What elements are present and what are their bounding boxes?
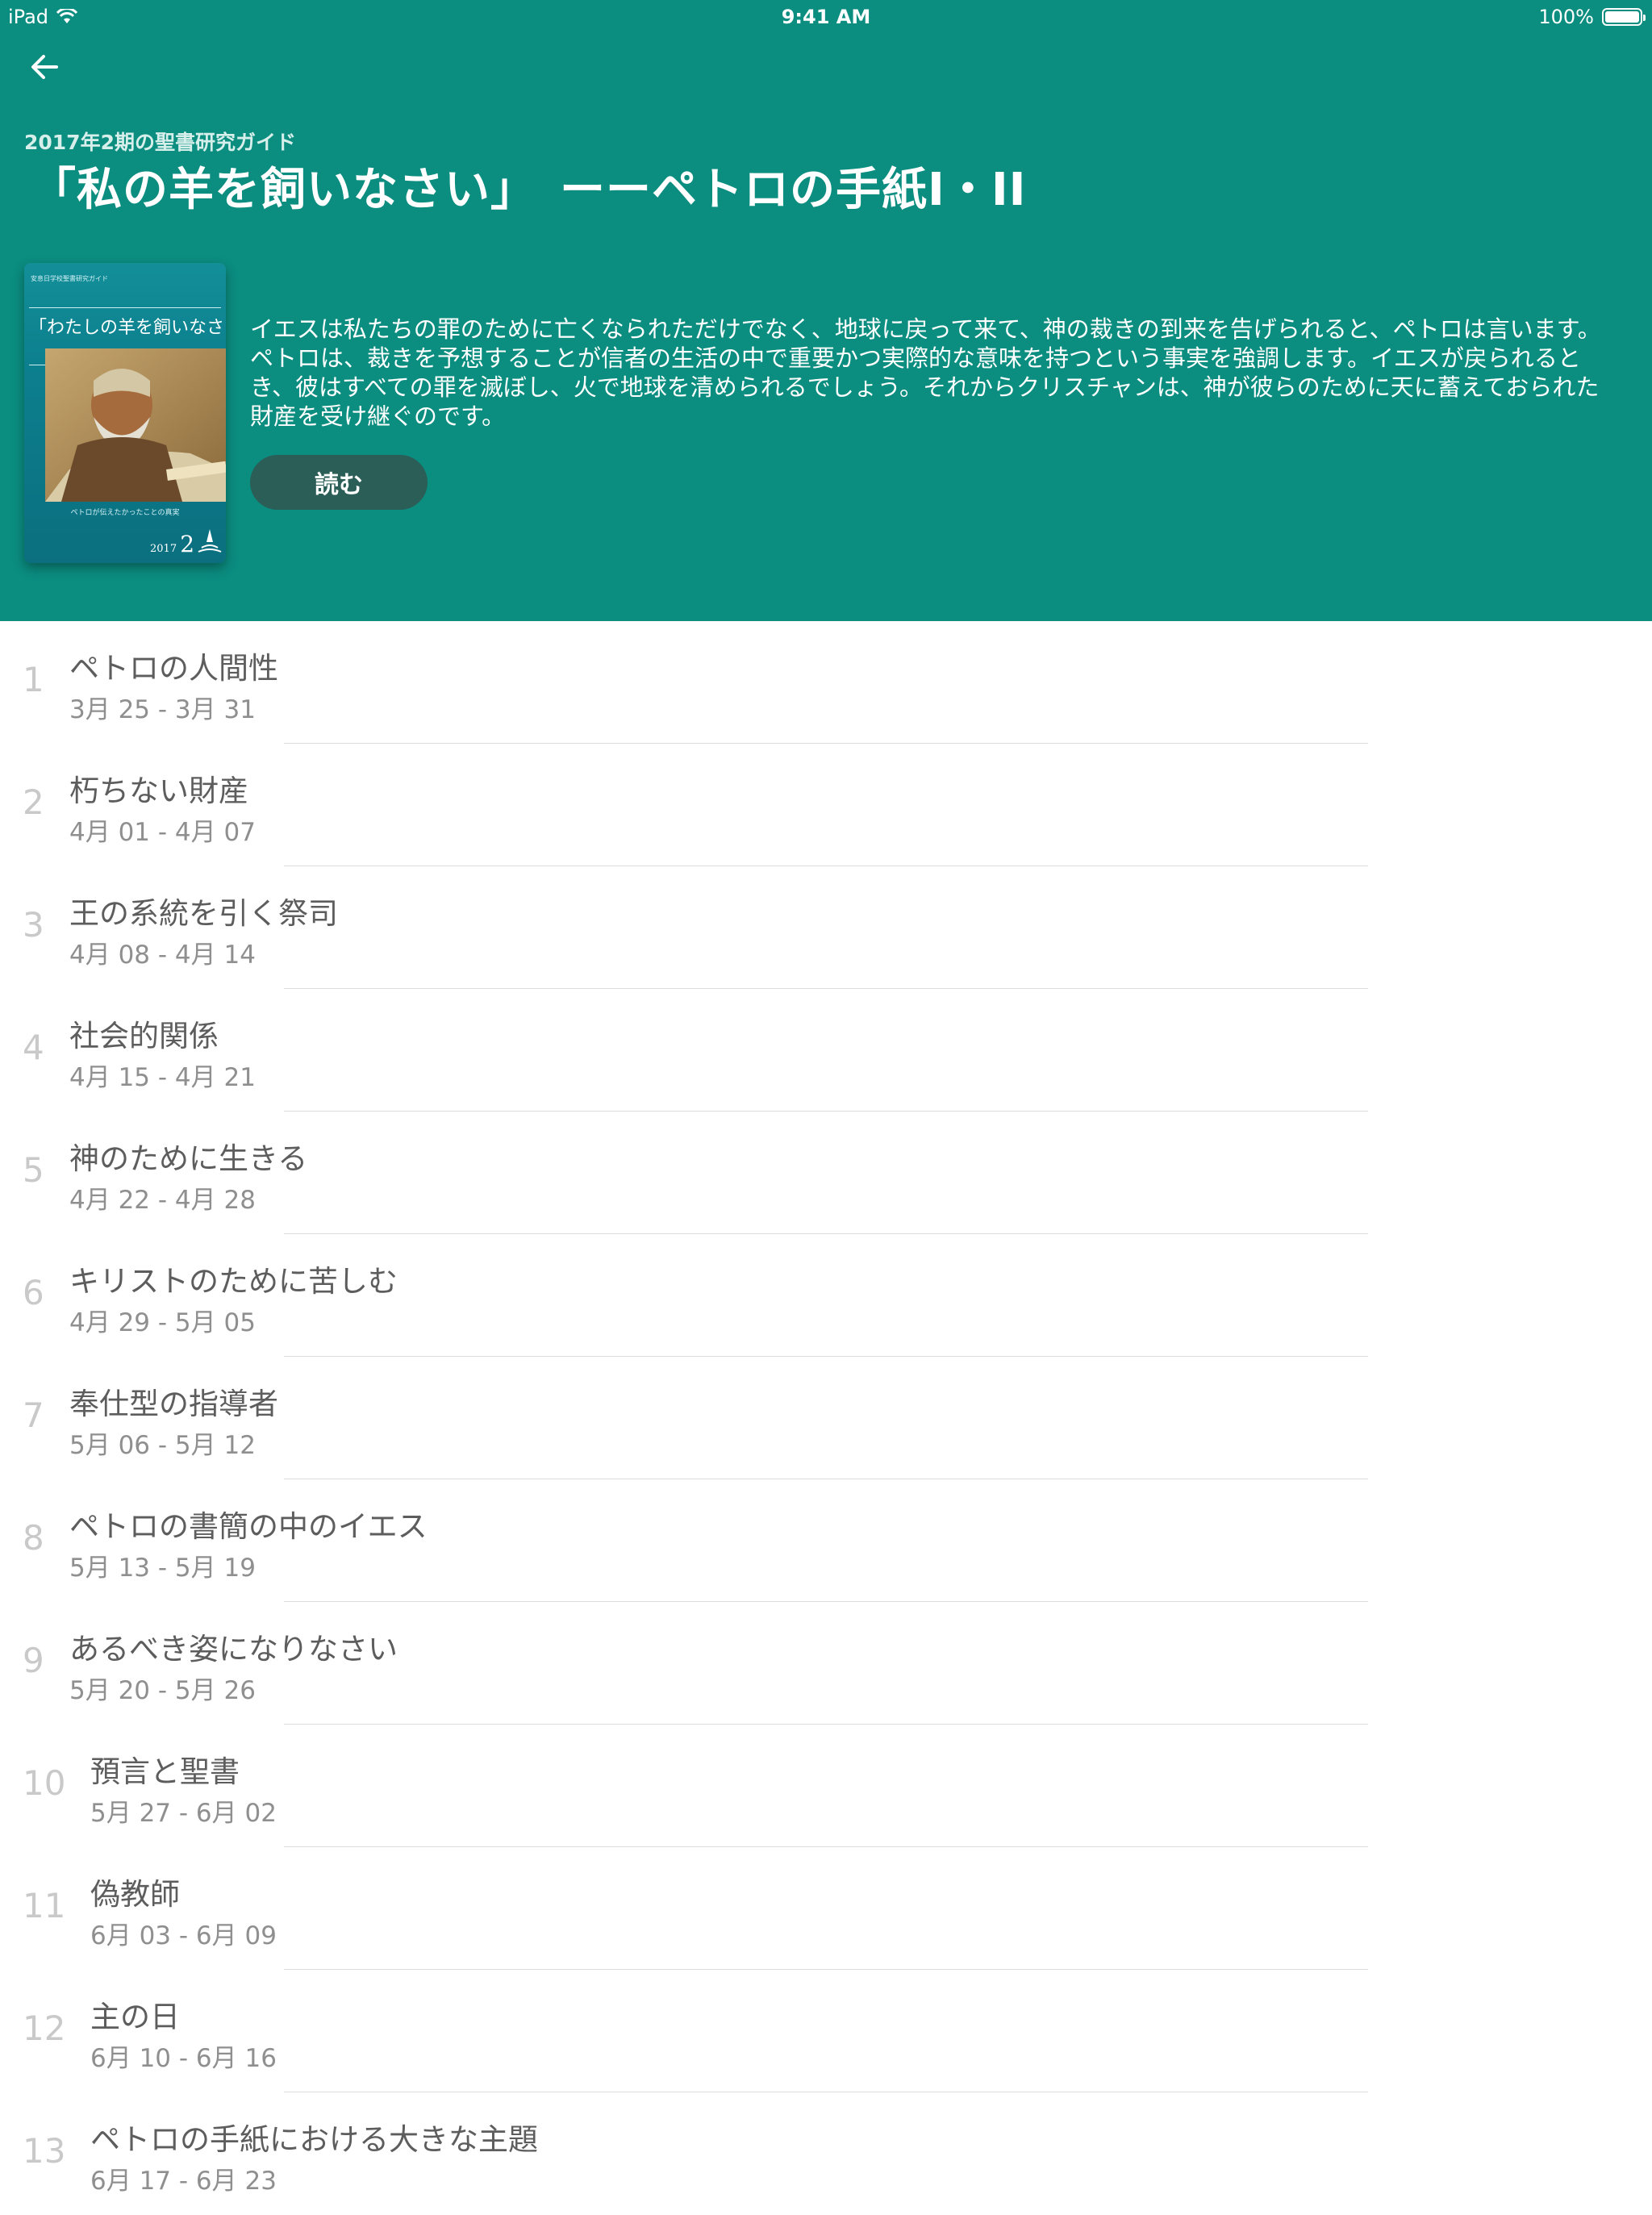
lesson-title: ペトロの書簡の中のイエス	[69, 1509, 428, 1544]
cover-bottom-text: ペトロが伝えたかったことの真実	[70, 509, 180, 517]
lesson-title: 主の日	[90, 2000, 180, 2034]
lesson-number: 10	[23, 1763, 66, 1803]
status-bar: iPad 9:41 AM 100%	[0, 0, 1652, 32]
read-button[interactable]: 読む	[250, 455, 428, 510]
back-button[interactable]	[21, 44, 68, 90]
lesson-date: 3月 25 - 3月 31	[69, 695, 256, 724]
lesson-number: 3	[23, 905, 44, 945]
lesson-item[interactable]: 6 キリストのために苦しむ 4月 29 - 5月 05	[0, 1234, 1652, 1357]
cover-title: 「わたしの羊を飼いなさい」	[29, 318, 226, 338]
lesson-date: 4月 29 - 5月 05	[69, 1308, 256, 1337]
lesson-date: 4月 08 - 4月 14	[69, 941, 256, 970]
cover-quarter: 2	[180, 531, 195, 557]
lesson-title: キリストのために苦しむ	[69, 1264, 398, 1299]
lesson-number: 6	[23, 1273, 44, 1312]
lesson-item[interactable]: 3 王の系統を引く祭司 4月 08 - 4月 14	[0, 866, 1652, 989]
lesson-title: 奉仕型の指導者	[69, 1387, 278, 1421]
lesson-date: 4月 01 - 4月 07	[69, 818, 256, 847]
cover-illustration	[45, 348, 226, 502]
quarterly-title: 「私の羊を飼いなさい」 ーーペトロの手紙I・II	[31, 164, 1027, 216]
lesson-date: 6月 10 - 6月 16	[90, 2044, 277, 2073]
lesson-date: 6月 17 - 6月 23	[90, 2167, 277, 2196]
lesson-number: 11	[23, 1886, 66, 1925]
lesson-number: 9	[23, 1641, 44, 1680]
church-logo-icon	[198, 529, 222, 553]
lesson-title: 朽ちない財産	[69, 774, 248, 808]
lesson-item[interactable]: 13 ペトロの手紙における大きな主題 6月 17 - 6月 23	[0, 2092, 1652, 2215]
lesson-date: 5月 13 - 5月 19	[69, 1554, 256, 1583]
lesson-number: 4	[23, 1028, 44, 1067]
lesson-item[interactable]: 5 神のために生きる 4月 22 - 4月 28	[0, 1112, 1652, 1234]
lesson-item[interactable]: 8 ペトロの書簡の中のイエス 5月 13 - 5月 19	[0, 1479, 1652, 1602]
cover-top-text: 安息日学校聖書研究ガイド	[31, 275, 108, 282]
cover-year-text: 2017	[150, 543, 177, 555]
lesson-number: 7	[23, 1395, 44, 1435]
lesson-title: ペトロの人間性	[69, 651, 278, 686]
lesson-date: 5月 20 - 5月 26	[69, 1676, 256, 1705]
lesson-item[interactable]: 4 社会的関係 4月 15 - 4月 21	[0, 989, 1652, 1112]
lesson-date: 4月 15 - 4月 21	[69, 1063, 256, 1092]
lesson-number: 5	[23, 1150, 44, 1190]
lesson-title: ペトロの手紙における大きな主題	[90, 2122, 538, 2157]
lesson-item[interactable]: 10 預言と聖書 5月 27 - 6月 02	[0, 1725, 1652, 1847]
status-right: 100%	[1538, 6, 1646, 28]
lesson-number: 1	[23, 660, 44, 699]
lesson-header: iPad 9:41 AM 100% 2017年2期の聖書研究ガイド 「私の羊を飼…	[0, 0, 1652, 621]
lesson-item[interactable]: 12 主の日 6月 10 - 6月 16	[0, 1970, 1652, 2092]
lesson-number: 13	[23, 2131, 66, 2171]
lesson-date: 5月 06 - 5月 12	[69, 1431, 256, 1460]
lesson-title: あるべき姿になりなさい	[69, 1632, 398, 1666]
lesson-date: 6月 03 - 6月 09	[90, 1921, 277, 1950]
back-arrow-icon	[31, 55, 58, 79]
lesson-number: 8	[23, 1518, 44, 1558]
quarterly-description: イエスは私たちの罪のために亡くなられただけでなく、地球に戻って来て、神の裁きの到…	[250, 315, 1601, 430]
lesson-item[interactable]: 11 偽教師 6月 03 - 6月 09	[0, 1847, 1652, 1970]
lesson-title: 偽教師	[90, 1877, 180, 1912]
battery-icon	[1602, 8, 1646, 26]
lesson-title: 預言と聖書	[90, 1754, 240, 1789]
lesson-date: 4月 22 - 4月 28	[69, 1186, 256, 1215]
lesson-title: 神のために生きる	[69, 1141, 308, 1176]
lesson-title: 社会的関係	[69, 1019, 219, 1053]
lesson-item[interactable]: 2 朽ちない財産 4月 01 - 4月 07	[0, 744, 1652, 866]
lesson-list: 1 ペトロの人間性 3月 25 - 3月 31 2 朽ちない財産 4月 01 -…	[0, 621, 1652, 2215]
battery-percentage: 100%	[1538, 6, 1594, 28]
cover-year: 2017 2	[150, 531, 194, 557]
lesson-number: 12	[23, 2009, 66, 2048]
quarterly-cover: 安息日学校聖書研究ガイド 「わたしの羊を飼いなさい」	[24, 263, 226, 563]
lesson-date: 5月 27 - 6月 02	[90, 1799, 277, 1828]
lesson-number: 2	[23, 782, 44, 822]
lesson-title: 王の系統を引く祭司	[69, 896, 338, 931]
lesson-item[interactable]: 7 奉仕型の指導者 5月 06 - 5月 12	[0, 1357, 1652, 1479]
lesson-item[interactable]: 1 ペトロの人間性 3月 25 - 3月 31	[0, 621, 1652, 744]
status-time: 9:41 AM	[781, 6, 871, 28]
lesson-item[interactable]: 9 あるべき姿になりなさい 5月 20 - 5月 26	[0, 1602, 1652, 1725]
quarterly-subtitle: 2017年2期の聖書研究ガイド	[24, 131, 296, 154]
